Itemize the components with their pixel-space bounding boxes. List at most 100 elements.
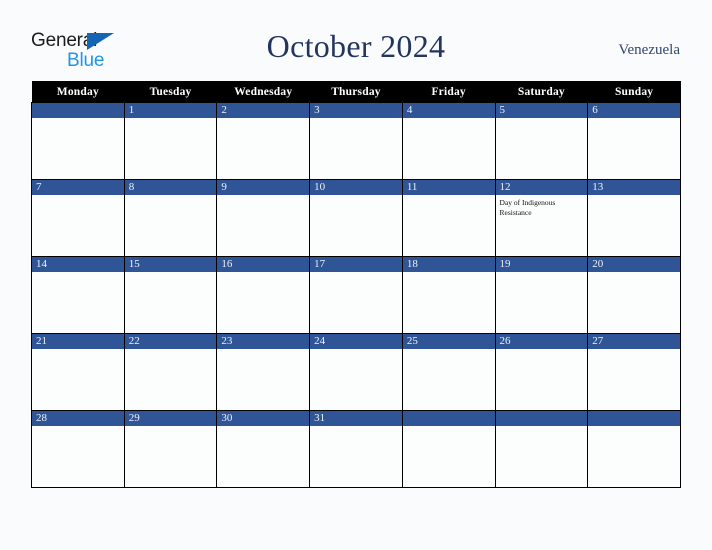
calendar-week-row: 123456 <box>31 102 681 180</box>
day-number: 26 <box>495 334 588 349</box>
day-events <box>217 195 309 198</box>
calendar-week-row: 28 29 30 31 <box>31 410 681 488</box>
day-events <box>310 195 402 198</box>
calendar-day-cell[interactable]: 25 <box>401 333 496 411</box>
calendar-day-cell[interactable]: 16 <box>216 256 311 334</box>
day-number: 16 <box>217 257 310 272</box>
day-number: 29 <box>124 411 217 426</box>
weekday-header-row: Monday Tuesday Wednesday Thursday Friday… <box>31 81 681 103</box>
calendar-day-cell[interactable]: 10 <box>309 179 403 257</box>
day-number: 30 <box>217 411 310 426</box>
calendar-day-cell[interactable]: 28 <box>31 410 125 488</box>
calendar-day-cell[interactable]: 18 <box>401 256 496 334</box>
day-number: 11 <box>402 180 495 195</box>
calendar-day-cell[interactable]: 6 <box>587 102 681 180</box>
calendar-day-cell[interactable]: 1 <box>123 102 218 180</box>
country-label: Venezuela <box>618 42 680 58</box>
day-events <box>32 118 124 121</box>
day-events <box>32 195 124 198</box>
day-events <box>496 349 588 352</box>
calendar-day-cell[interactable] <box>31 102 125 180</box>
calendar-day-cell[interactable]: 29 <box>123 410 218 488</box>
calendar-day-cell[interactable]: 17 <box>309 256 403 334</box>
day-number: 1 <box>124 103 217 118</box>
weekday-header-monday: Monday <box>31 81 125 103</box>
day-events <box>496 272 588 275</box>
weekday-header-wednesday: Wednesday <box>216 81 310 103</box>
day-events <box>496 426 588 429</box>
day-number: 17 <box>310 257 402 272</box>
day-number <box>32 103 124 118</box>
day-number: 18 <box>402 257 495 272</box>
calendar-day-cell[interactable]: 24 <box>309 333 403 411</box>
day-events <box>125 272 217 275</box>
day-number: 9 <box>217 180 310 195</box>
day-events <box>125 118 217 121</box>
calendar-day-cell[interactable] <box>401 410 496 488</box>
calendar-day-cell[interactable] <box>587 410 681 488</box>
day-events <box>32 426 124 429</box>
day-events <box>125 195 217 198</box>
day-number: 31 <box>310 411 402 426</box>
day-number: 23 <box>217 334 310 349</box>
day-number <box>588 411 680 426</box>
day-events <box>403 272 495 275</box>
day-events <box>588 195 680 198</box>
calendar-week-row: 14 15 16 17 18 19 20 <box>31 256 681 334</box>
calendar-day-cell[interactable]: 26 <box>494 333 589 411</box>
weekday-header-saturday: Saturday <box>495 81 588 103</box>
day-events <box>310 272 402 275</box>
day-number: 10 <box>310 180 402 195</box>
day-number: 13 <box>588 180 680 195</box>
calendar-day-cell[interactable]: 4 <box>401 102 496 180</box>
calendar-day-cell[interactable]: 8 <box>123 179 218 257</box>
day-events <box>310 118 402 121</box>
day-events <box>217 426 309 429</box>
calendar-day-cell[interactable]: 14 <box>31 256 125 334</box>
calendar-day-cell[interactable]: 7 <box>31 179 125 257</box>
day-number: 5 <box>495 103 588 118</box>
calendar-day-cell[interactable]: 12 Day of Indigenous Resistance <box>494 179 589 257</box>
calendar-day-cell[interactable]: 2 <box>216 102 311 180</box>
holiday-label: Day of Indigenous Resistance <box>499 198 556 217</box>
calendar-day-cell[interactable]: 19 <box>494 256 589 334</box>
calendar-day-cell[interactable]: 21 <box>31 333 125 411</box>
day-events: Day of Indigenous Resistance <box>496 195 588 218</box>
calendar-day-cell[interactable] <box>494 410 589 488</box>
day-number: 8 <box>124 180 217 195</box>
calendar-day-cell[interactable]: 22 <box>123 333 218 411</box>
day-events <box>310 349 402 352</box>
day-number: 20 <box>588 257 680 272</box>
weekday-header-friday: Friday <box>402 81 496 103</box>
day-number: 15 <box>124 257 217 272</box>
day-events <box>32 349 124 352</box>
day-number: 25 <box>402 334 495 349</box>
day-number: 14 <box>32 257 124 272</box>
day-events <box>403 195 495 198</box>
calendar-day-cell[interactable]: 23 <box>216 333 311 411</box>
calendar-day-cell[interactable]: 13 <box>587 179 681 257</box>
calendar-week-row: 21 22 23 24 25 26 27 <box>31 333 681 411</box>
day-number <box>495 411 588 426</box>
calendar-day-cell[interactable]: 5 <box>494 102 589 180</box>
page-header: General Blue October 2024 Venezuela <box>0 0 712 78</box>
day-events <box>588 272 680 275</box>
calendar-day-cell[interactable]: 9 <box>216 179 311 257</box>
day-events <box>588 349 680 352</box>
day-number: 19 <box>495 257 588 272</box>
calendar-day-cell[interactable]: 20 <box>587 256 681 334</box>
calendar-body: 1 2 3 4 5 6 7 8 9 10 11 12 Day of Indigenous Resista… <box>31 102 681 488</box>
calendar-day-cell[interactable]: 30 <box>216 410 311 488</box>
calendar-day-cell[interactable]: 3 <box>309 102 403 180</box>
day-events <box>217 118 309 121</box>
day-events <box>32 272 124 275</box>
calendar-day-cell[interactable]: 27 <box>587 333 681 411</box>
calendar-day-cell[interactable]: 11 <box>401 179 496 257</box>
day-events <box>125 426 217 429</box>
calendar-day-cell[interactable]: 31 <box>309 410 403 488</box>
day-events <box>125 349 217 352</box>
weekday-header-tuesday: Tuesday <box>124 81 217 103</box>
day-number: 28 <box>32 411 124 426</box>
day-number: 3 <box>310 103 402 118</box>
calendar-day-cell[interactable]: 15 <box>123 256 218 334</box>
